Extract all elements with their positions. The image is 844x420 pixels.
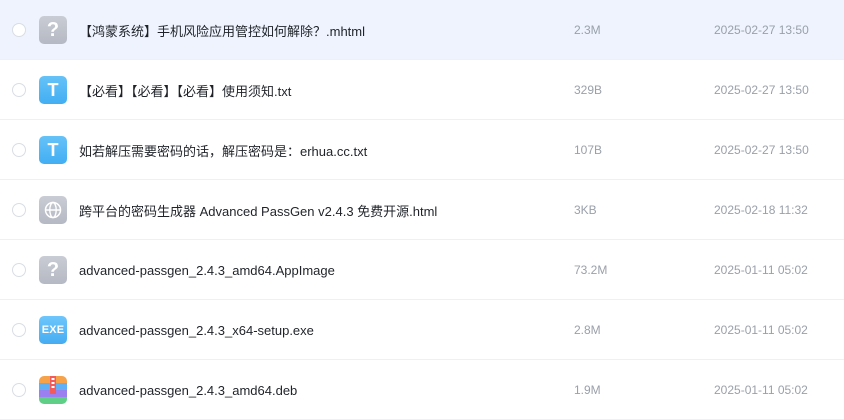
unknown-file-icon: ? [39, 16, 67, 44]
file-name[interactable]: advanced-passgen_2.4.3_x64-setup.exe [79, 300, 314, 360]
file-row[interactable]: EXE advanced-passgen_2.4.3_x64-setup.exe… [0, 300, 844, 360]
file-name[interactable]: 【鸿蒙系统】手机风险应用管控如何解除？.mhtml [79, 0, 365, 60]
file-name[interactable]: 如若解压需要密码的话，解压密码是：erhua.cc.txt [79, 120, 367, 180]
file-row[interactable]: advanced-passgen_2.4.3_amd64.deb 1.9M 20… [0, 360, 844, 420]
file-size: 73.2M [574, 263, 608, 277]
file-modified-time: 2025-02-27 13:50 [714, 143, 809, 157]
file-size: 329B [574, 83, 603, 97]
select-radio[interactable] [12, 203, 26, 217]
select-radio[interactable] [12, 323, 26, 337]
file-size: 2.8M [574, 323, 601, 337]
file-size: 2.3M [574, 23, 601, 37]
select-radio[interactable] [12, 143, 26, 157]
exe-file-icon: EXE [39, 316, 67, 344]
file-row[interactable]: 跨平台的密码生成器 Advanced PassGen v2.4.3 免费开源.h… [0, 180, 844, 240]
file-modified-time: 2025-02-27 13:50 [714, 23, 809, 37]
file-size: 107B [574, 143, 603, 157]
archive-stripes-icon [39, 376, 67, 404]
file-modified-time: 2025-01-11 05:02 [714, 323, 808, 337]
select-radio[interactable] [12, 263, 26, 277]
file-row[interactable]: T 如若解压需要密码的话，解压密码是：erhua.cc.txt 107B 202… [0, 120, 844, 180]
select-radio[interactable] [12, 23, 26, 37]
unknown-file-icon: ? [39, 256, 67, 284]
file-row[interactable]: ? advanced-passgen_2.4.3_amd64.AppImage … [0, 240, 844, 300]
file-modified-time: 2025-02-18 11:32 [714, 203, 808, 217]
file-name[interactable]: 【必看】【必看】【必看】使用须知.txt [79, 60, 291, 120]
html-file-icon [39, 196, 67, 224]
file-modified-time: 2025-02-27 13:50 [714, 83, 809, 97]
select-radio[interactable] [12, 83, 26, 97]
file-modified-time: 2025-01-11 05:02 [714, 383, 808, 397]
file-row[interactable]: ? 【鸿蒙系统】手机风险应用管控如何解除？.mhtml 2.3M 2025-02… [0, 0, 844, 60]
archive-file-icon [39, 376, 67, 404]
select-radio[interactable] [12, 383, 26, 397]
file-name[interactable]: advanced-passgen_2.4.3_amd64.AppImage [79, 240, 335, 300]
file-size: 3KB [574, 203, 597, 217]
txt-file-icon: T [39, 76, 67, 104]
file-name[interactable]: advanced-passgen_2.4.3_amd64.deb [79, 360, 297, 420]
txt-file-icon: T [39, 136, 67, 164]
file-list: ? 【鸿蒙系统】手机风险应用管控如何解除？.mhtml 2.3M 2025-02… [0, 0, 844, 420]
file-size: 1.9M [574, 383, 601, 397]
file-row[interactable]: T 【必看】【必看】【必看】使用须知.txt 329B 2025-02-27 1… [0, 60, 844, 120]
file-name[interactable]: 跨平台的密码生成器 Advanced PassGen v2.4.3 免费开源.h… [79, 180, 437, 240]
globe-icon [44, 201, 62, 219]
file-modified-time: 2025-01-11 05:02 [714, 263, 808, 277]
